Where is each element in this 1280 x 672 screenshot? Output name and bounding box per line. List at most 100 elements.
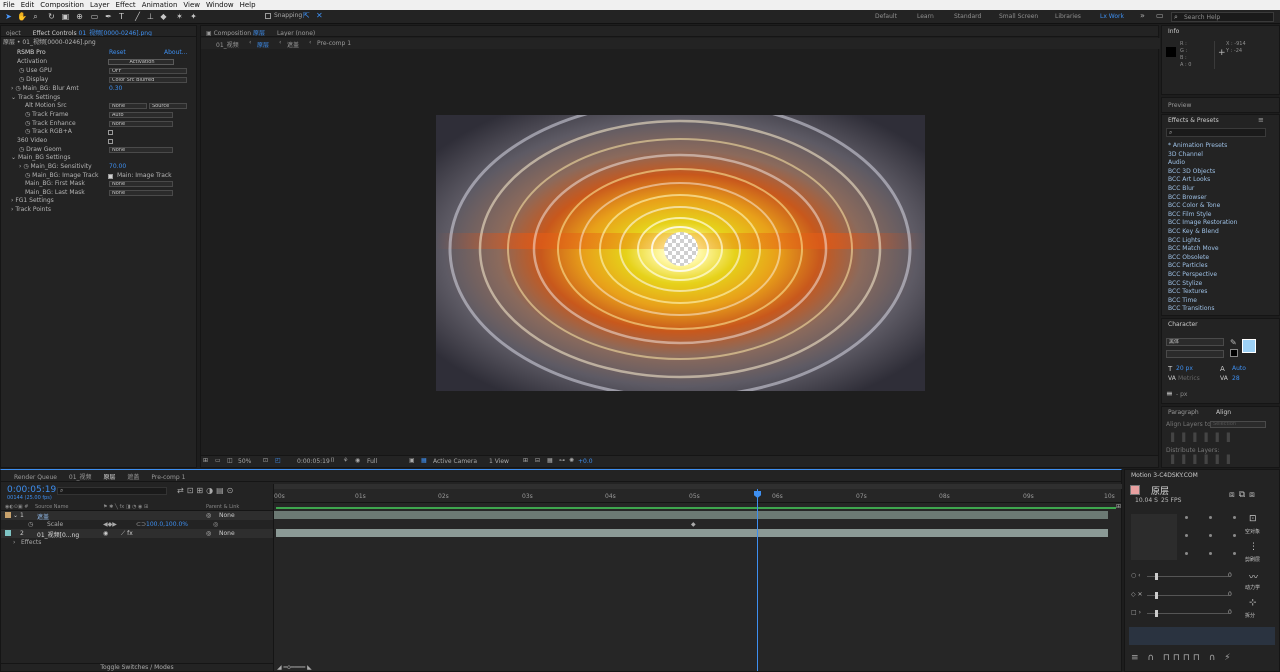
layer-2-color-label[interactable] [5,530,11,536]
type-tool-icon[interactable]: T [117,12,126,21]
layer-1-color-label[interactable] [5,512,11,518]
source-name-header[interactable]: Source Name [35,504,69,510]
resolution-select[interactable]: Full [367,458,377,465]
draft-3d-icon[interactable]: ▦ [547,457,553,464]
work-area-bar[interactable] [274,484,1122,489]
clip-layer-button[interactable]: 剪刷层 [1245,556,1260,563]
fx-item[interactable]: BCC Obsolete [1168,254,1209,263]
flow-item-4[interactable]: Pre-comp 1 [317,40,351,47]
timeline-switch-icons[interactable]: ⇄⊡⊞◑▤⊙ [177,486,236,495]
clone-stamp-tool-icon[interactable]: ⊥ [146,12,155,21]
fg1-settings-group[interactable]: › FG1 Settings [11,197,54,206]
visibility-icon[interactable]: ◉ [103,530,108,537]
distribute-buttons[interactable]: ▐▐▐▐▐▐ [1168,455,1235,464]
transparency-grid-icon[interactable]: ▦ [421,457,427,464]
slider-handle[interactable] [1155,573,1158,580]
main-bg-settings-group[interactable]: ⌄ Main_BG Settings [11,154,70,163]
fx-item[interactable]: BCC 3D Objects [1168,168,1215,177]
flow-item-3[interactable]: 遮盖 [287,40,299,49]
anchor-grid-point[interactable] [1233,552,1236,555]
workspace-libraries[interactable]: Libraries [1055,13,1081,20]
menu-effect[interactable]: Effect [113,1,139,9]
stopwatch-icon[interactable]: ◷ [25,111,30,118]
vr-icon[interactable]: ◫ [227,457,233,464]
snapshot-icon[interactable]: ⌷ [331,457,335,465]
grid-icon[interactable]: ⊟ [535,457,540,464]
align-tab[interactable]: Align [1216,409,1231,416]
fx-item[interactable]: BCC Transitions [1168,305,1214,314]
timeline-timecode[interactable]: 0:00:05:19 [7,485,56,495]
motion3-slider-3[interactable] [1147,613,1229,614]
anchor-grid-point[interactable] [1233,534,1236,537]
tab-comp-2[interactable]: 原层 [98,470,120,481]
zoom-select[interactable]: 50% [238,458,251,465]
hand-tool-icon[interactable]: ✋ [17,12,27,21]
layer-1-parent[interactable]: None [219,512,235,519]
paragraph-tab[interactable]: Paragraph [1168,409,1199,416]
draw-geom-select[interactable]: None [109,147,173,153]
snapping-checkbox[interactable] [265,13,271,19]
comp-tab[interactable]: ▣ Composition 原层 [201,26,270,36]
sync-icon[interactable]: ▭ [1156,11,1164,20]
layer-row-1[interactable]: ⌄ 1 遮盖 ◎ None [1,511,273,521]
fx-item[interactable]: BCC Key & Blend [1168,228,1219,237]
fx-item[interactable]: BCC Textures [1168,288,1207,297]
fx-item[interactable]: * Animation Presets [1168,142,1227,151]
mask-visibility-icon[interactable]: ◰ [275,457,281,464]
menu-animation[interactable]: Animation [139,1,181,9]
anchor-grid-point[interactable] [1185,534,1188,537]
alt-motion-src-source-select[interactable]: Source [149,103,187,109]
expression-pickwhip-icon[interactable]: ◎ [213,521,218,528]
stopwatch-icon[interactable]: ◷ [28,521,33,528]
snap-extend-icon[interactable]: ✕ [316,11,323,20]
safe-zones-icon[interactable]: ⊡ [263,457,268,464]
fx-item[interactable]: BCC Lights [1168,237,1200,246]
preview-title[interactable]: Preview [1168,102,1191,109]
tab-comp-1[interactable]: 01_视频 [64,470,97,481]
motion3-bottom-icons[interactable]: ≡ ∩ ⊓⊓⊓⊓ ∩ ⚡ [1131,653,1234,663]
project-tab[interactable]: oject [1,28,26,36]
snap-icon[interactable]: ⇱ [303,11,310,20]
parent-pickwhip-icon[interactable]: ◎ [206,512,211,519]
tracking-value[interactable]: 28 [1232,375,1240,382]
search-help-field[interactable]: ⌕ Search Help [1171,12,1274,22]
reset-link[interactable]: Reset [109,49,126,58]
anchor-grid-point[interactable] [1185,516,1188,519]
workspace-small-screen[interactable]: Small Screen [999,13,1038,20]
toggle-switches-modes[interactable]: Toggle Switches / Modes [1,663,273,672]
alt-motion-src-select[interactable]: None [109,103,147,109]
flowchart-icon[interactable]: ⊶ [559,457,565,464]
playhead[interactable] [757,489,758,671]
motion3-curve-graph[interactable] [1129,627,1275,645]
dynamics-button[interactable]: 动力学 [1245,584,1260,591]
comp-viewer-image[interactable] [436,115,925,391]
chevron-right-icon[interactable]: › [11,85,13,92]
stopwatch-icon[interactable]: ◷ [19,67,24,74]
stopwatch-icon[interactable]: ◷ [25,172,30,179]
motion3-slider-1-value[interactable]: 0 [1228,572,1232,579]
null-object-icon[interactable]: ⊡ [1249,514,1257,524]
brush-tool-icon[interactable]: ╱ [133,12,142,21]
track-rgba-checkbox[interactable] [108,130,113,135]
stopwatch-icon[interactable]: ◷ [23,163,28,170]
channel-icon[interactable]: ◉ [355,457,360,464]
effect-controls-tab[interactable]: Effect Controls 01_视频[0000-0246].png [28,26,157,36]
track-frame-select[interactable]: Auto [109,112,173,118]
anchor-grid-point[interactable] [1233,516,1236,519]
timeline-search-input[interactable]: ⌕ [57,487,167,495]
clip-layer-icon[interactable]: ⋮ [1249,542,1258,552]
stopwatch-icon[interactable]: ◷ [15,85,20,92]
font-size-value[interactable]: 20 px [1176,365,1193,372]
chevron-down-icon[interactable]: ⌄ [13,512,18,519]
stopwatch-icon[interactable]: ◷ [25,128,30,135]
flow-item-1[interactable]: 01_视频 [216,40,239,49]
workspace-default[interactable]: Default [875,13,897,20]
slider-handle[interactable] [1155,592,1158,599]
exposure-icon[interactable]: ✺ [569,457,574,464]
rotate-tool-icon[interactable]: ↻ [47,12,56,21]
render-queue-tab[interactable]: Render Queue [9,472,62,481]
fx-item[interactable]: BCC Color & Tone [1168,202,1220,211]
layer-tab[interactable]: Layer (none) [272,28,320,36]
motion3-slider-2-value[interactable]: 0 [1228,591,1232,598]
show-snapshot-icon[interactable]: ⚘ [343,457,348,464]
